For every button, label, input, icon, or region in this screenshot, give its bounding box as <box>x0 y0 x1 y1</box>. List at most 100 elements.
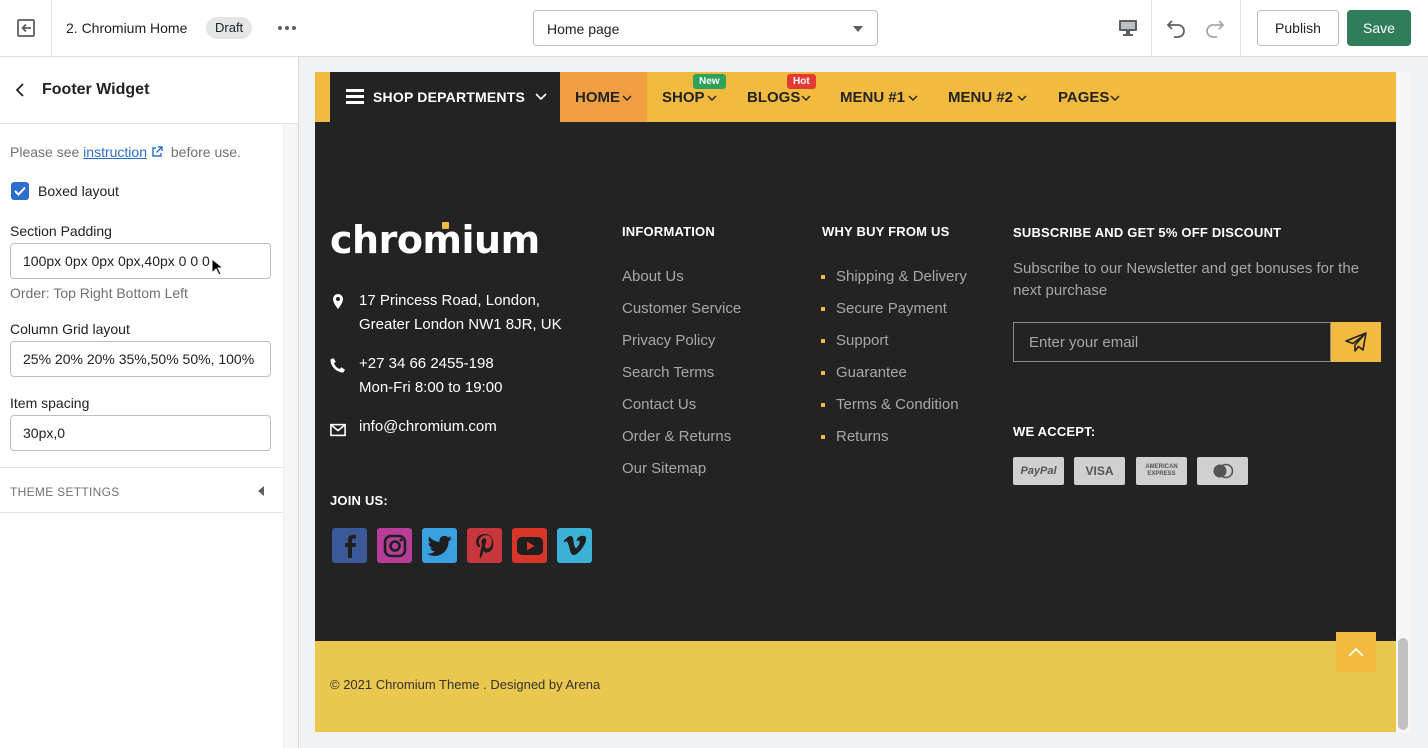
twitter-button[interactable] <box>422 528 457 563</box>
chevron-down-icon <box>622 95 632 101</box>
checkmark-icon <box>14 186 26 196</box>
preview-scrollbar[interactable] <box>1398 638 1408 730</box>
more-horizontal-icon <box>278 26 296 30</box>
footer-link-privacy[interactable]: Privacy Policy <box>622 332 715 349</box>
instruction-note: Please see instruction before use. <box>10 144 241 160</box>
sidebar-header: Footer Widget <box>0 57 298 124</box>
chevron-down-icon <box>908 95 918 101</box>
column-grid-input[interactable] <box>10 341 271 377</box>
paypal-card: PayPal <box>1013 457 1064 485</box>
we-accept-heading: WE ACCEPT: <box>1013 424 1096 439</box>
subscribe-button[interactable] <box>1331 322 1381 362</box>
chevron-down-icon <box>535 93 547 101</box>
footer-link-returns[interactable]: Returns <box>836 428 889 445</box>
nav-item-pages[interactable]: PAGES <box>1043 72 1133 122</box>
boxed-layout-label: Boxed layout <box>38 183 119 199</box>
editor-topbar: 2. Chromium Home Draft Home page Publish… <box>0 0 1428 57</box>
store-nav: SHOP DEPARTMENTS HOME New SHOP Hot BLOGS… <box>315 72 1396 122</box>
theme-settings-toggle[interactable]: THEME SETTINGS <box>0 467 283 513</box>
youtube-button[interactable] <box>512 528 547 563</box>
footer-bottom-bar: © 2021 Chromium Theme . Designed by Aren… <box>315 641 1396 732</box>
column-grid-label: Column Grid layout <box>10 321 130 337</box>
footer-link-customer-service[interactable]: Customer Service <box>622 300 741 317</box>
footer-link-secure-payment[interactable]: Secure Payment <box>836 300 947 317</box>
footer-link-search-terms[interactable]: Search Terms <box>622 364 714 381</box>
boxed-layout-checkbox[interactable] <box>11 182 29 200</box>
nav-item-menu-1[interactable]: MENU #1 <box>825 72 933 122</box>
footer-link-order-returns[interactable]: Order & Returns <box>622 428 731 445</box>
undo-icon <box>1166 20 1185 38</box>
nav-item-shop[interactable]: New SHOP <box>647 72 732 122</box>
footer-link-shipping[interactable]: Shipping & Delivery <box>836 268 967 285</box>
nav-item-menu-2[interactable]: MENU #2 <box>933 72 1043 122</box>
sidebar-scrollbar[interactable] <box>283 124 298 748</box>
footer-link-contact[interactable]: Contact Us <box>622 396 696 413</box>
settings-sidebar: Footer Widget Please see instruction bef… <box>0 57 299 748</box>
opening-hours: Mon-Fri 8:00 to 19:00 <box>359 379 503 396</box>
newsletter-email-input[interactable] <box>1013 322 1331 362</box>
twitter-icon <box>426 535 452 556</box>
more-actions-button[interactable] <box>274 16 300 40</box>
bullet <box>821 275 825 279</box>
youtube-icon <box>516 536 543 555</box>
bullet <box>821 307 825 311</box>
pinterest-icon <box>475 533 493 558</box>
pinterest-button[interactable] <box>467 528 502 563</box>
instagram-button[interactable] <box>377 528 412 563</box>
redo-icon <box>1206 20 1225 38</box>
shop-departments-button[interactable]: SHOP DEPARTMENTS <box>330 72 560 122</box>
phone-number: +27 34 66 2455-198 <box>359 355 494 372</box>
chevron-down-icon <box>853 26 863 32</box>
theme-name: 2. Chromium Home <box>66 20 188 36</box>
envelope-icon <box>330 423 346 437</box>
visa-card: VISA <box>1074 457 1125 485</box>
save-button[interactable]: Save <box>1347 10 1411 46</box>
back-to-top-button[interactable] <box>1336 632 1376 672</box>
subscribe-text: Subscribe to our Newsletter and get bonu… <box>1013 260 1360 299</box>
publish-button[interactable]: Publish <box>1257 10 1339 46</box>
footer-link-support[interactable]: Support <box>836 332 889 349</box>
hot-badge: Hot <box>787 74 816 89</box>
footer-logo: chromium <box>330 218 540 262</box>
email-address[interactable]: info@chromium.com <box>359 415 497 439</box>
footer-link-guarantee[interactable]: Guarantee <box>836 364 907 381</box>
status-badge: Draft <box>206 17 253 39</box>
section-padding-help: Order: Top Right Bottom Left <box>10 285 188 301</box>
subscribe-heading: SUBSCRIBE AND GET 5% OFF DISCOUNT <box>1013 225 1282 240</box>
page-select[interactable]: Home page <box>533 10 878 46</box>
menu-icon <box>346 89 364 104</box>
footer-link-sitemap[interactable]: Our Sitemap <box>622 460 706 477</box>
bullet <box>821 435 825 439</box>
nav-item-home[interactable]: HOME <box>560 72 647 122</box>
information-heading: INFORMATION <box>622 224 715 239</box>
instagram-icon <box>383 534 406 557</box>
copyright-text: © 2021 Chromium Theme . Designed by Aren… <box>330 677 601 692</box>
paper-plane-icon <box>1345 332 1367 352</box>
footer-link-about[interactable]: About Us <box>622 268 684 285</box>
location-pin-icon <box>333 294 343 309</box>
facebook-button[interactable] <box>332 528 367 563</box>
divider <box>1240 0 1241 56</box>
undo-button[interactable] <box>1162 14 1192 42</box>
address-line-2: Greater London NW1 8JR, UK <box>359 316 562 333</box>
section-padding-input[interactable] <box>10 243 271 279</box>
back-button[interactable] <box>10 79 30 101</box>
footer-link-terms[interactable]: Terms & Condition <box>836 396 959 413</box>
amex-card: AMERICAN EXPRESS <box>1136 457 1187 485</box>
desktop-preview-button[interactable] <box>1104 0 1152 56</box>
item-spacing-input[interactable] <box>10 415 271 451</box>
address-line-1: 17 Princess Road, London, <box>359 292 540 309</box>
caret-left-icon <box>258 486 264 496</box>
instruction-link[interactable]: instruction <box>83 144 147 160</box>
chevron-left-icon <box>15 83 24 97</box>
external-link-icon <box>152 146 163 157</box>
preview-scrollbar-track <box>1396 72 1410 732</box>
nav-item-blogs[interactable]: Hot BLOGS <box>732 72 822 122</box>
chevron-down-icon <box>1017 95 1027 101</box>
page-select-value: Home page <box>547 21 620 37</box>
why-buy-heading: WHY BUY FROM US <box>822 224 950 239</box>
exit-editor-button[interactable] <box>0 0 52 56</box>
redo-button[interactable] <box>1199 14 1229 42</box>
vimeo-button[interactable] <box>557 528 592 563</box>
mastercard-icon <box>1213 463 1233 479</box>
